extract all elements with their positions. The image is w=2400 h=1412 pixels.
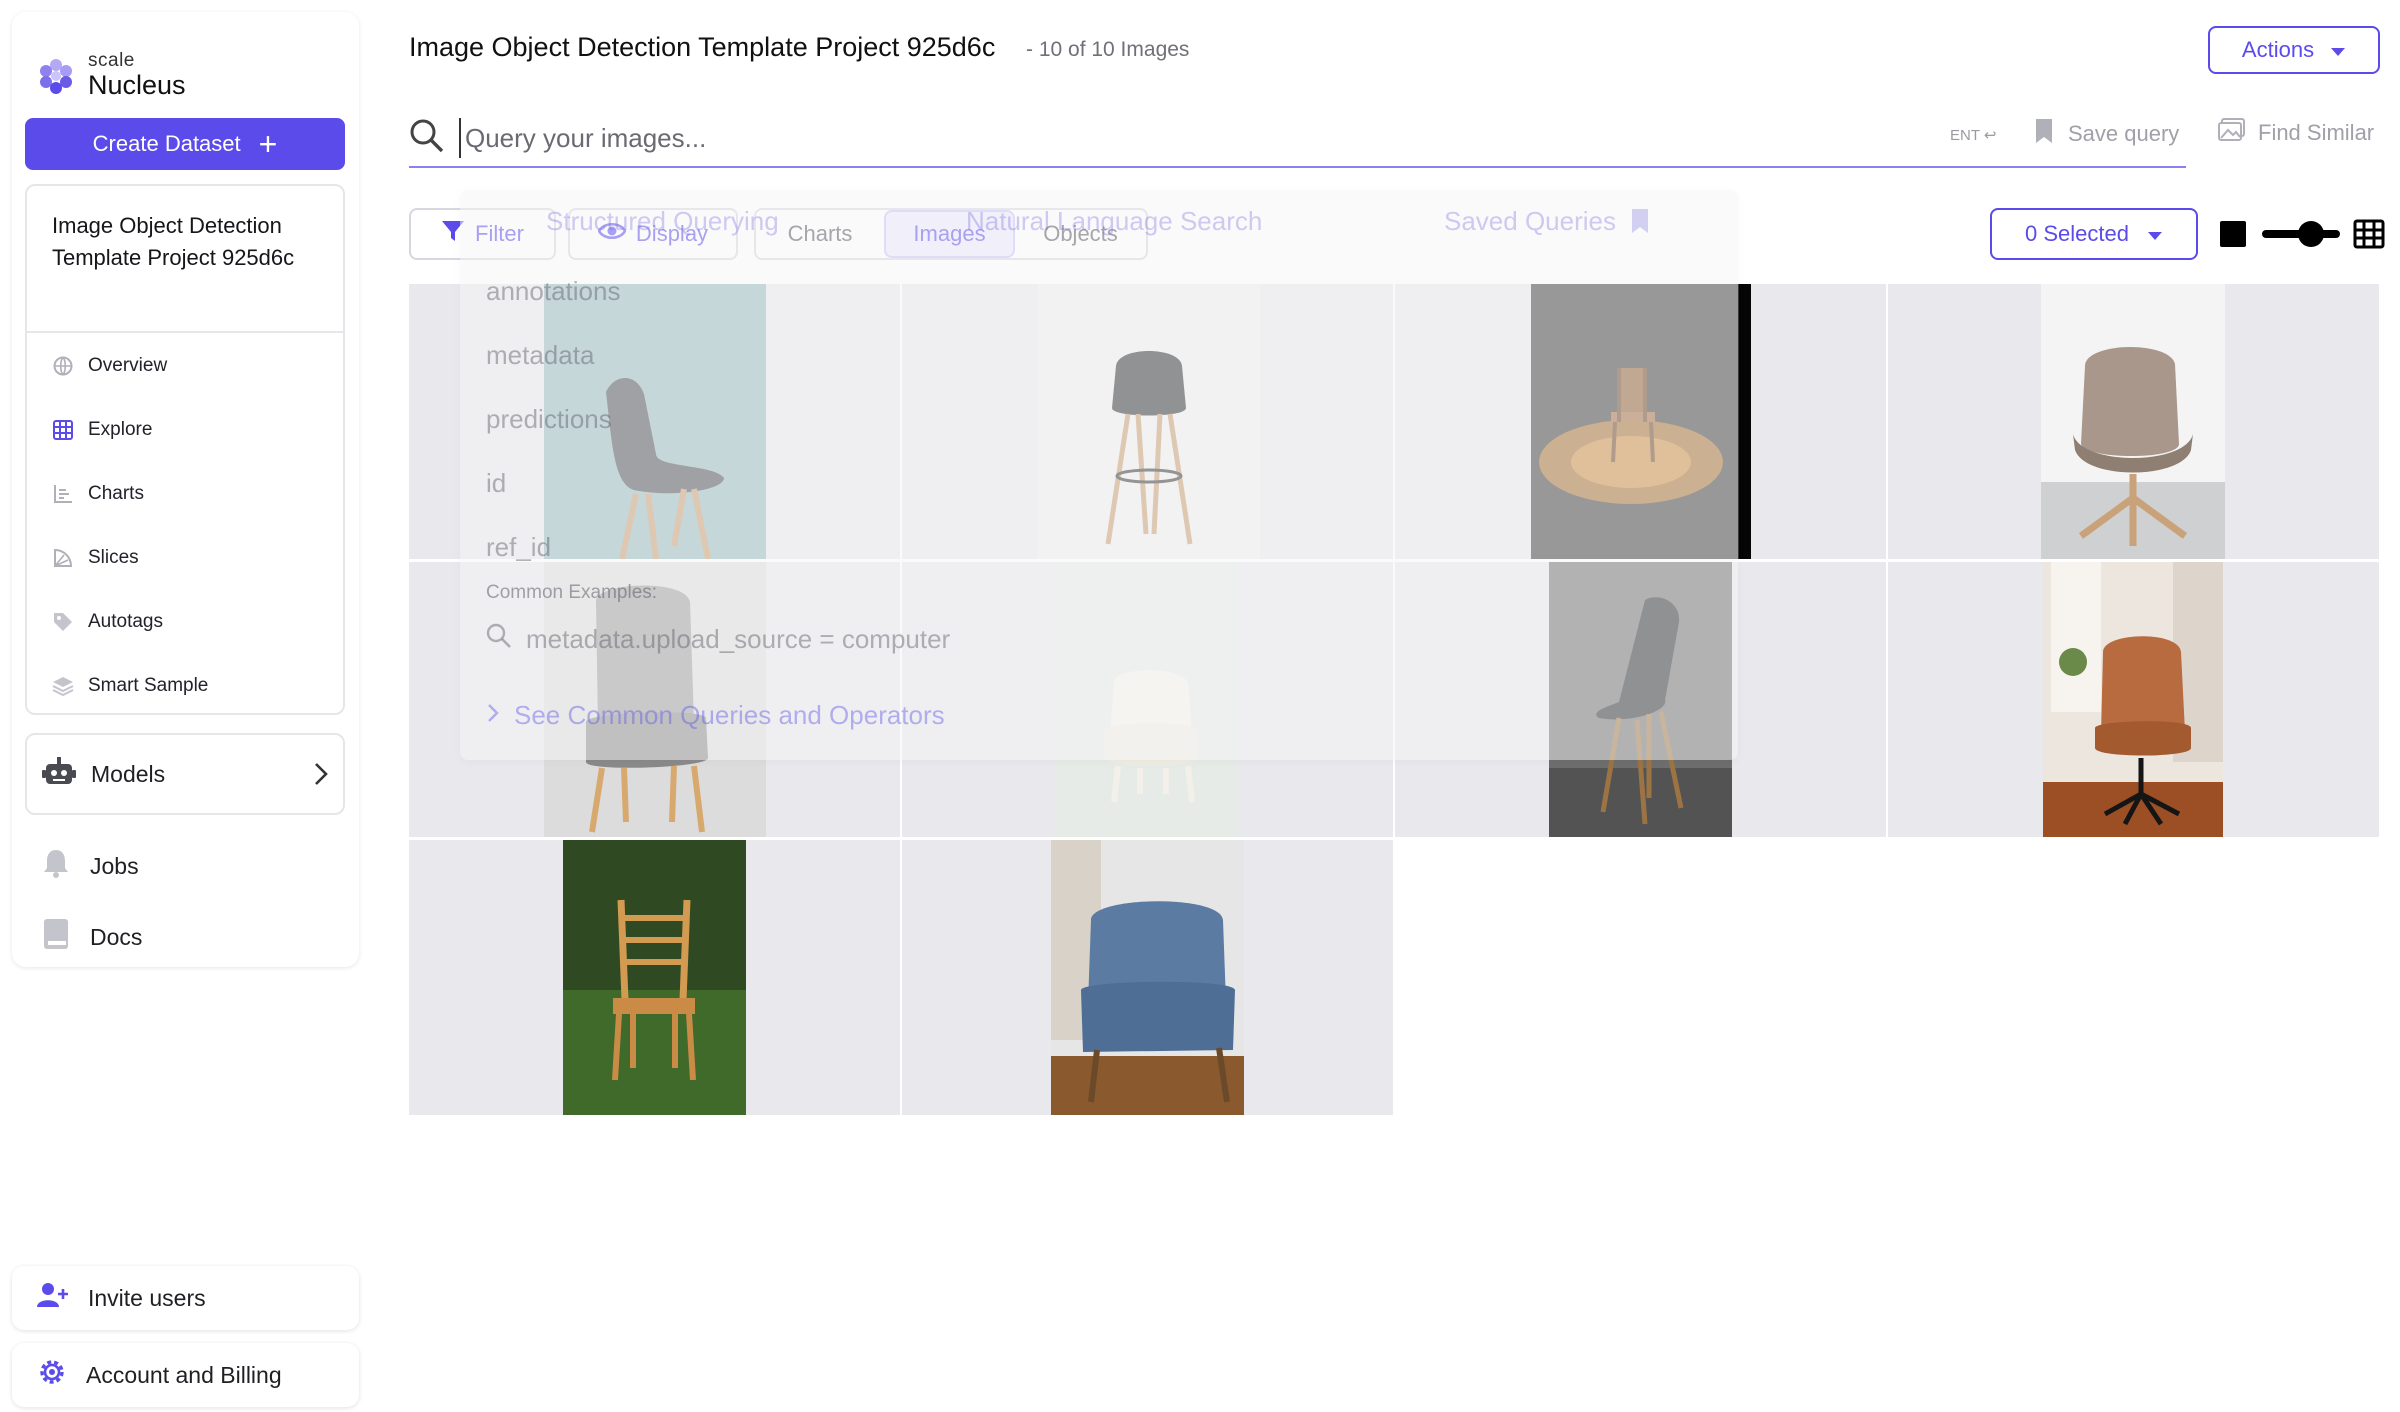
blue-armchair-living-room-photo [1051,840,1244,1115]
slider-thumb[interactable] [2298,221,2324,247]
enter-return-icon: ↩ [1983,127,1997,144]
actions-label: Actions [2241,37,2315,62]
slices-icon [52,547,74,569]
tab-natural-language-search[interactable]: Natural Language Search [966,206,1262,237]
sidebar-item-autotags[interactable]: Autotags [52,602,163,642]
save-query-label: Save query [2068,121,2180,146]
nucleus-logo-icon [40,59,72,94]
query-field-ref-id[interactable]: ref_id [486,532,551,563]
image-tile[interactable] [1888,562,2379,837]
docs-label: Docs [90,923,143,950]
account-billing-label: Account and Billing [86,1361,282,1388]
chevron-right-icon [486,700,500,731]
sidebar-item-label: Overview [88,355,168,376]
query-example-text: metadata.upload_source = computer [526,624,951,654]
tab-structured-querying[interactable]: Structured Querying [546,206,779,237]
tile-size-slider[interactable] [2262,221,2340,247]
logo[interactable]: scale Nucleus [12,27,382,100]
invite-users-label: Invite users [88,1284,206,1311]
sidebar-item-smart-sample[interactable]: Smart Sample [52,666,208,706]
sidebar-item-label: Slices [88,547,139,568]
selected-dropdown[interactable]: 0 Selected [1990,208,2198,260]
enter-hint-label: ENT [1950,127,1980,144]
sidebar-item-models[interactable]: Models [25,733,345,815]
sidebar-item-label: Charts [88,483,144,504]
caret-down-icon [2330,37,2346,63]
project-title[interactable]: Image Object Detection Template Project … [52,210,342,274]
selected-label: 0 Selected [2025,221,2129,246]
save-query-button[interactable]: Save query [2034,118,2179,150]
image-count: - 10 of 10 Images [1026,38,1190,61]
wooden-chair-on-grass-photo [563,840,746,1115]
sidebar-item-label: Explore [88,419,153,440]
chart-icon [52,483,74,505]
common-queries-link[interactable]: See Common Queries and Operators [486,700,945,731]
actions-button[interactable]: Actions [2208,26,2380,74]
sidebar-item-explore[interactable]: Explore [52,410,152,450]
plus-icon: + [258,126,278,162]
enter-hint: ENT ↩ [1950,126,1996,144]
common-queries-label: See Common Queries and Operators [514,700,945,730]
bookmark-icon [1630,208,1650,239]
sidebar-item-charts[interactable]: Charts [52,474,144,514]
create-dataset-label: Create Dataset [92,131,241,156]
search-icon [486,623,512,656]
sidebar-item-label: Autotags [88,611,163,632]
query-field-predictions[interactable]: predictions [486,404,612,435]
grid-view-icon[interactable] [2353,219,2385,254]
find-similar-label: Find Similar [2258,120,2375,145]
bell-icon [42,848,70,884]
sidebar-item-overview[interactable]: Overview [52,346,167,386]
caret-down-icon [2147,221,2163,247]
layers-icon [52,675,74,697]
invite-users-button[interactable]: Invite users [12,1266,359,1330]
query-helper-dropdown: Structured Querying Natural Language Sea… [460,190,1738,760]
bookmark-icon [2034,118,2054,150]
image-tile[interactable] [409,840,900,1115]
logo-product-name: Nucleus [88,70,186,100]
common-examples-label: Common Examples: [486,582,658,603]
sidebar-item-label: Smart Sample [88,675,209,696]
query-field-metadata[interactable]: metadata [486,340,594,371]
gear-icon [36,1356,68,1394]
search-icon [409,118,445,159]
book-icon [42,918,70,956]
robot-icon [41,755,77,793]
image-tile[interactable] [1888,284,2379,559]
logo-scale-text: scale [88,50,135,71]
tag-icon [52,611,74,633]
image-tile[interactable] [902,840,1393,1115]
sidebar-item-slices[interactable]: Slices [52,538,139,578]
chevron-right-icon [313,761,329,793]
jobs-label: Jobs [90,852,139,879]
brown-leather-office-chair-photo [2043,562,2223,837]
query-field-id[interactable]: id [486,468,506,499]
create-dataset-button[interactable]: Create Dataset + [25,118,345,170]
sidebar-card: scale Nucleus Create Dataset + Image Obj… [12,12,359,967]
beige-swivel-chair-photo [2041,284,2225,559]
project-divider [27,331,343,333]
account-billing-button[interactable]: Account and Billing [12,1343,359,1407]
small-tile-icon[interactable] [2220,221,2246,247]
find-similar-button[interactable]: Find Similar [2218,118,2374,148]
query-field-annotations[interactable]: annotations [486,276,620,307]
sidebar-item-jobs[interactable]: Jobs [42,848,139,884]
add-user-icon [36,1281,70,1315]
image-search-icon [2218,118,2246,148]
project-card: Image Object Detection Template Project … [25,184,345,715]
sidebar-item-docs[interactable]: Docs [42,918,142,956]
grid-icon [52,419,74,441]
tab-saved-queries[interactable]: Saved Queries [1444,206,1616,237]
page-title: Image Object Detection Template Project … [409,32,996,62]
sidebar: scale Nucleus Create Dataset + Image Obj… [0,0,370,1412]
globe-icon [52,355,74,377]
search-input[interactable] [459,118,1359,158]
query-example[interactable]: metadata.upload_source = computer [486,623,950,656]
models-label: Models [91,760,166,787]
search-bar: ENT ↩ [409,112,2186,168]
